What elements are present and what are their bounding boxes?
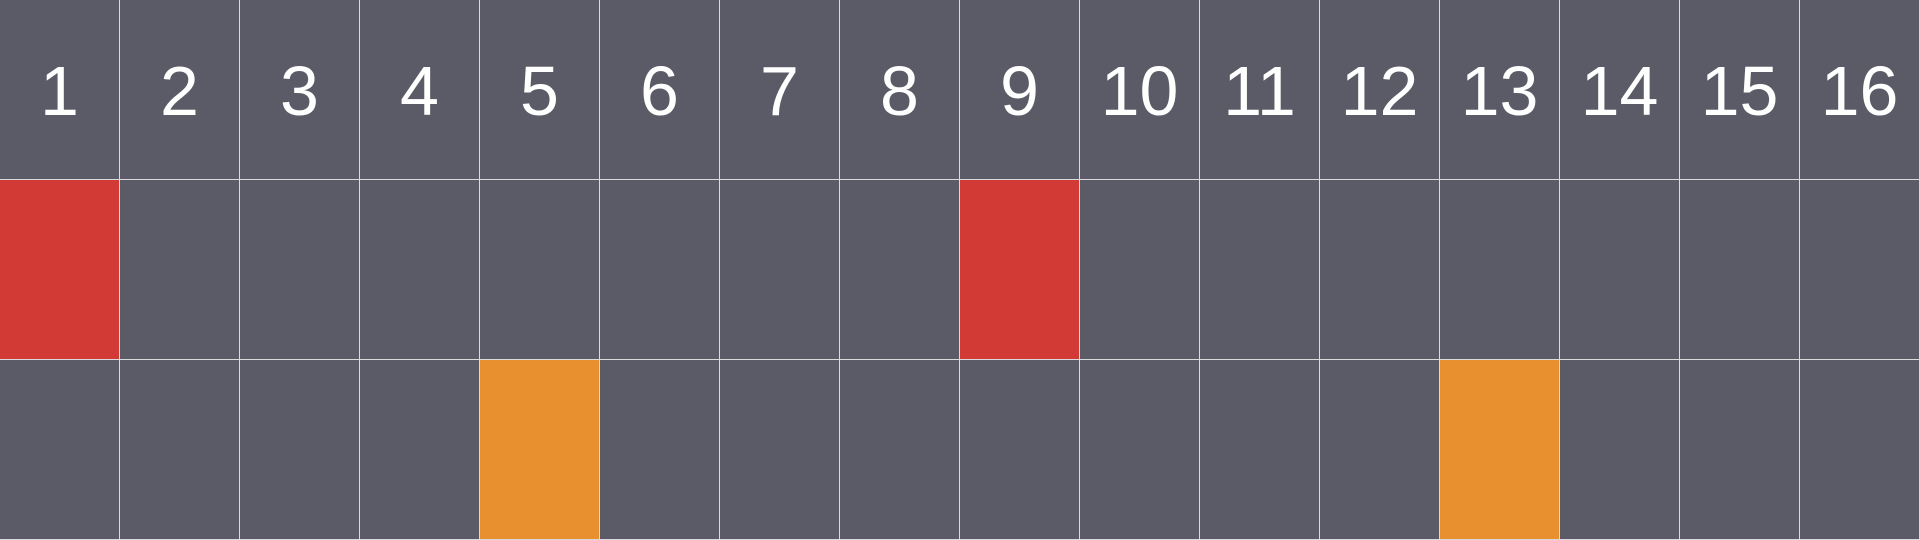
step-number-16: 16 <box>1800 0 1920 180</box>
step-number-12: 12 <box>1320 0 1440 180</box>
row1-step-16[interactable] <box>1800 180 1920 360</box>
row1-step-9[interactable] <box>960 180 1080 360</box>
row2-step-5[interactable] <box>480 360 600 540</box>
row2-step-6[interactable] <box>600 360 720 540</box>
step-number-1: 1 <box>0 0 120 180</box>
row1-step-14[interactable] <box>1560 180 1680 360</box>
step-number-5: 5 <box>480 0 600 180</box>
row2-step-14[interactable] <box>1560 360 1680 540</box>
row1-step-10[interactable] <box>1080 180 1200 360</box>
step-number-13: 13 <box>1440 0 1560 180</box>
row2-step-7[interactable] <box>720 360 840 540</box>
step-number-15: 15 <box>1680 0 1800 180</box>
step-number-11: 11 <box>1200 0 1320 180</box>
row2-step-13[interactable] <box>1440 360 1560 540</box>
row1-step-7[interactable] <box>720 180 840 360</box>
row1-step-12[interactable] <box>1320 180 1440 360</box>
row2-step-1[interactable] <box>0 360 120 540</box>
step-number-14: 14 <box>1560 0 1680 180</box>
row1-step-15[interactable] <box>1680 180 1800 360</box>
row1-step-13[interactable] <box>1440 180 1560 360</box>
row1-step-11[interactable] <box>1200 180 1320 360</box>
step-number-6: 6 <box>600 0 720 180</box>
row2-step-8[interactable] <box>840 360 960 540</box>
row1-step-3[interactable] <box>240 180 360 360</box>
row2-step-16[interactable] <box>1800 360 1920 540</box>
step-number-4: 4 <box>360 0 480 180</box>
row1-step-5[interactable] <box>480 180 600 360</box>
row2-step-9[interactable] <box>960 360 1080 540</box>
row1-step-4[interactable] <box>360 180 480 360</box>
row2-step-15[interactable] <box>1680 360 1800 540</box>
step-number-9: 9 <box>960 0 1080 180</box>
row1-step-1[interactable] <box>0 180 120 360</box>
step-sequencer-grid: 1 2 3 4 5 6 7 8 9 10 11 12 13 14 15 16 <box>0 0 1920 540</box>
row1-step-2[interactable] <box>120 180 240 360</box>
row1-step-6[interactable] <box>600 180 720 360</box>
row2-step-11[interactable] <box>1200 360 1320 540</box>
step-number-3: 3 <box>240 0 360 180</box>
step-number-2: 2 <box>120 0 240 180</box>
row2-step-2[interactable] <box>120 360 240 540</box>
step-number-8: 8 <box>840 0 960 180</box>
row2-step-12[interactable] <box>1320 360 1440 540</box>
row2-step-10[interactable] <box>1080 360 1200 540</box>
row2-step-4[interactable] <box>360 360 480 540</box>
row1-step-8[interactable] <box>840 180 960 360</box>
step-number-10: 10 <box>1080 0 1200 180</box>
step-number-7: 7 <box>720 0 840 180</box>
row2-step-3[interactable] <box>240 360 360 540</box>
